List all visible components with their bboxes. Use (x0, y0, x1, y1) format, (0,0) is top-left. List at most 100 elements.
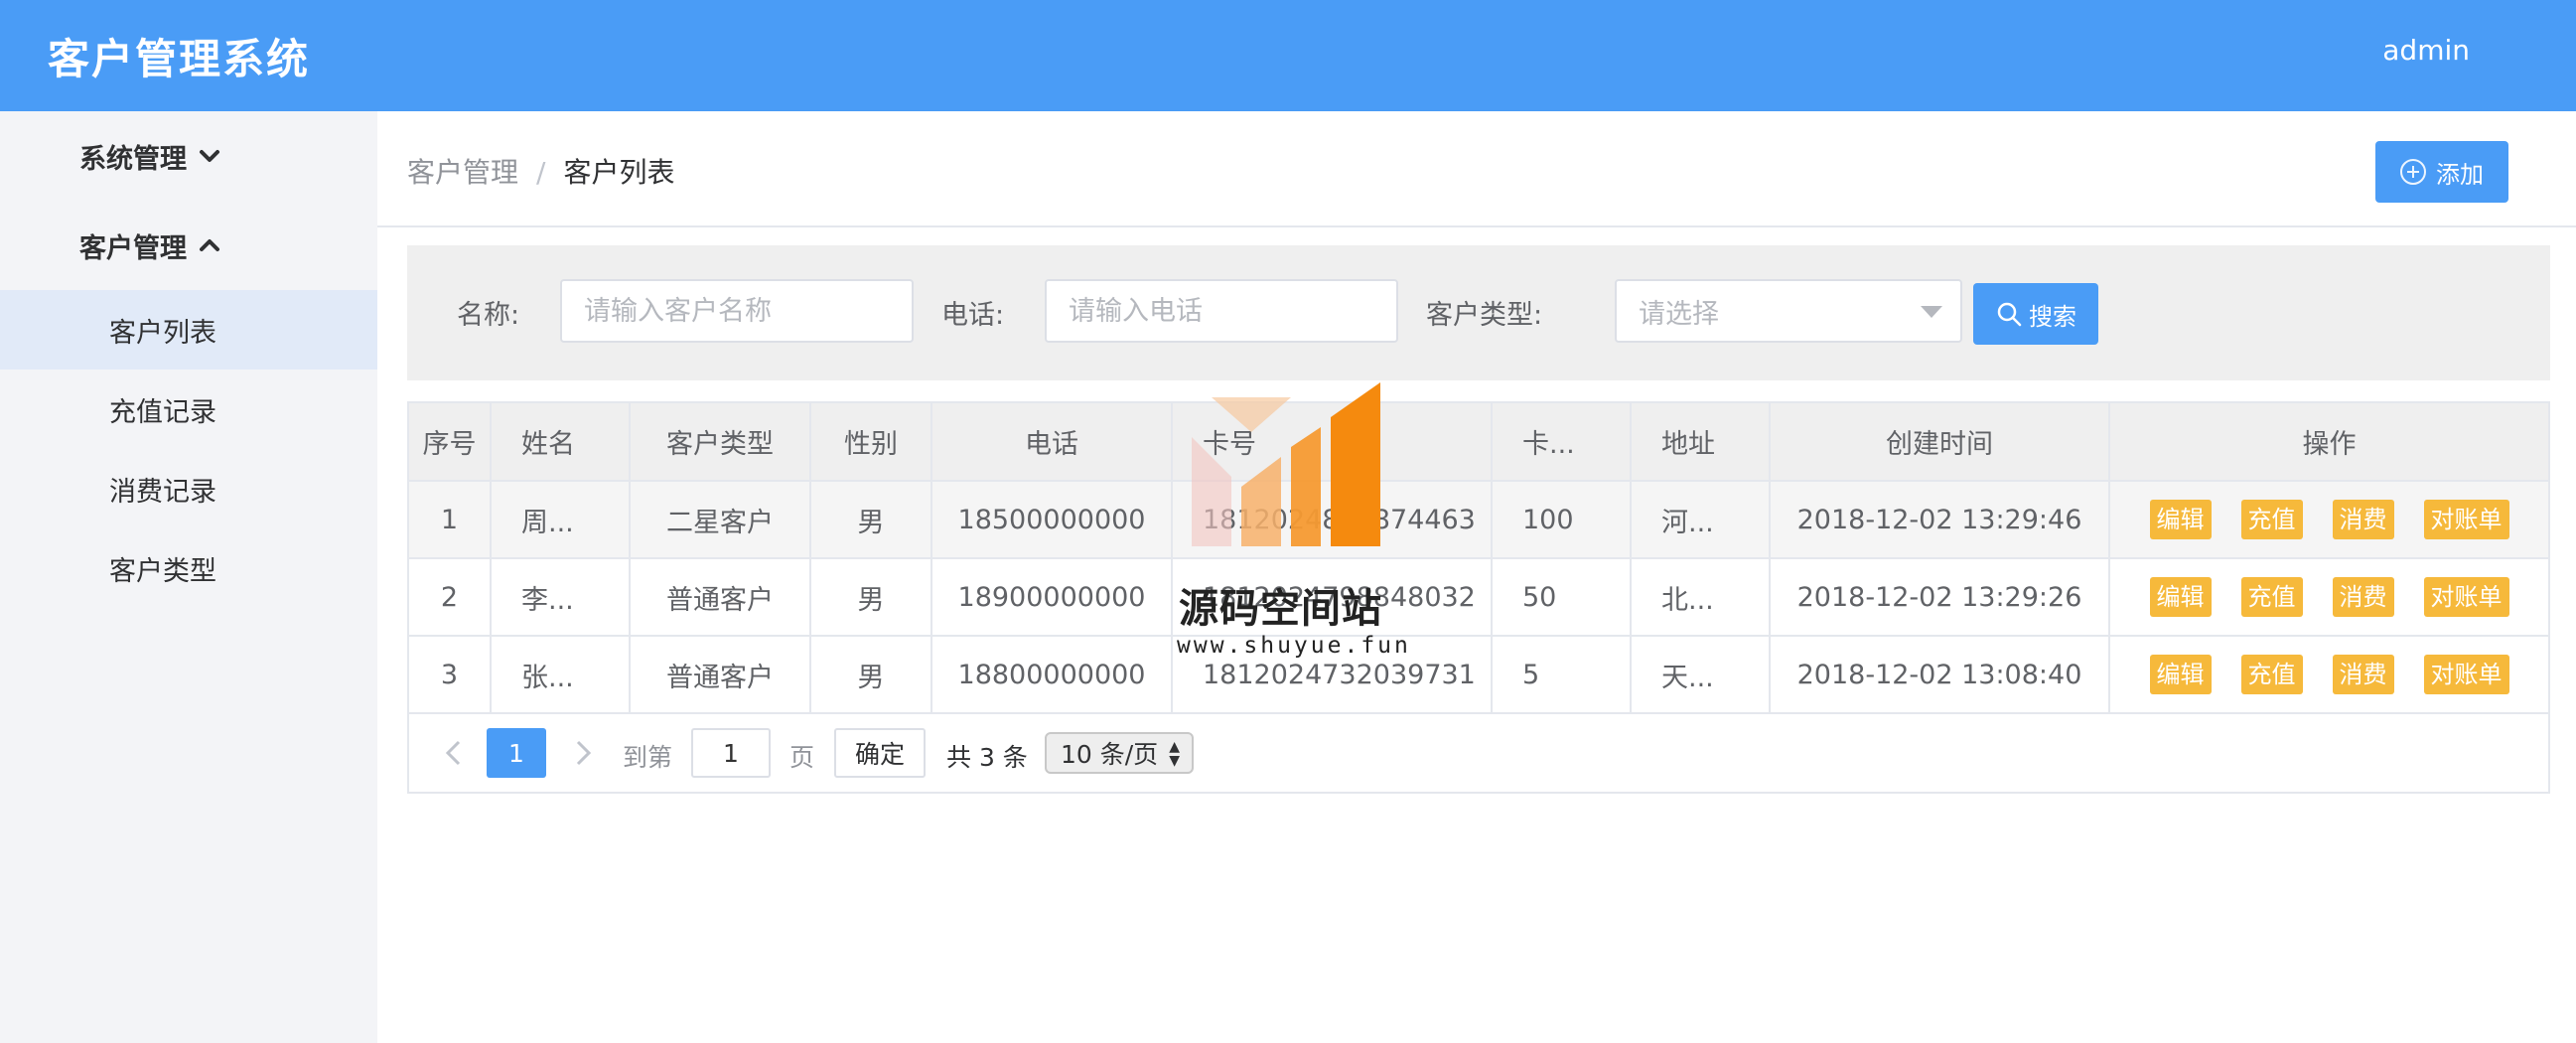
customer-type-label: 客户类型: (1426, 300, 1543, 331)
recharge-button[interactable]: 充值 (2240, 655, 2303, 694)
recharge-button[interactable]: 充值 (2240, 577, 2303, 617)
sidebar-item-label: 充值记录 (109, 396, 216, 428)
sidebar-item-label: 客户列表 (109, 317, 216, 349)
cell-name: 李... (491, 558, 631, 637)
cell-address: 天... (1631, 636, 1771, 714)
cell-gender: 男 (810, 636, 932, 714)
cell-created: 2018-12-02 13:29:46 (1770, 481, 2110, 559)
consume-button[interactable]: 消费 (2332, 577, 2394, 617)
cell-balance: 5 (1492, 636, 1632, 714)
phone-input[interactable] (1045, 279, 1398, 343)
chevron-right-icon[interactable] (568, 736, 598, 770)
column-header: 卡... (1492, 403, 1632, 482)
goto-confirm-button[interactable]: 确定 (834, 728, 926, 778)
user-menu[interactable]: admin (2382, 34, 2470, 67)
cell-phone: 18900000000 (931, 558, 1173, 637)
column-header: 地址 (1631, 403, 1771, 482)
search-button[interactable]: 搜索 (1973, 283, 2098, 345)
watermark-url: www.shuyue.fun (1177, 633, 1411, 659)
column-header: 客户类型 (630, 403, 811, 482)
cell-gender: 男 (810, 481, 932, 559)
sidebar-item-customer-types[interactable]: 客户类型 (0, 528, 377, 608)
table-row: 2 李... 普通客户男 18900000000 1812024798848032 50 北… (409, 558, 2548, 637)
cell-index: 2 (409, 558, 492, 637)
page-number[interactable]: 1 (487, 728, 546, 778)
cell-gender: 男 (810, 558, 932, 637)
caret-down-icon (1921, 306, 1942, 318)
main-content: 客户管理 / 客户列表 添加 名称: 电话: 客户类型: 请选择 搜索 (377, 111, 2576, 1043)
statement-button[interactable]: 对账单 (2423, 577, 2509, 617)
phone-label: 电话: (941, 300, 1005, 331)
cell-type: 普通客户 (630, 636, 811, 714)
row-actions: 编辑 充值 消费 对账单 (2122, 500, 2536, 539)
cell-balance: 50 (1492, 558, 1632, 637)
cell-index: 1 (409, 481, 492, 559)
cell-ops: 编辑 充值 消费 对账单 (2109, 558, 2548, 637)
statement-button[interactable]: 对账单 (2423, 500, 2509, 539)
plus-circle-icon (2400, 159, 2426, 185)
column-header: 创建时间 (1770, 403, 2110, 482)
add-button-label: 添加 (2436, 160, 2484, 189)
table-row: 1 周... 二星客户男 18500000000 1812024813874463 100… (409, 481, 2548, 559)
cell-type: 二星客户 (630, 481, 811, 559)
cell-index: 3 (409, 636, 492, 714)
statement-button[interactable]: 对账单 (2423, 655, 2509, 694)
page-size-select[interactable]: 10 条/页 ▲ ▼ (1045, 732, 1194, 774)
edit-button[interactable]: 编辑 (2149, 500, 2212, 539)
sidebar-group-customer[interactable]: 客户管理 (0, 201, 377, 290)
goto-page-input[interactable] (691, 728, 771, 778)
add-button[interactable]: 添加 (2375, 141, 2508, 203)
cell-ops: 编辑 充值 消费 对账单 (2109, 636, 2548, 714)
search-icon (1997, 302, 2022, 327)
updown-arrows-icon: ▲ ▼ (1169, 739, 1180, 769)
chevron-up-icon (200, 239, 219, 251)
sidebar-group-system[interactable]: 系统管理 (0, 111, 377, 201)
edit-button[interactable]: 编辑 (2149, 655, 2212, 694)
recharge-button[interactable]: 充值 (2240, 500, 2303, 539)
cell-name: 周... (491, 481, 631, 559)
sidebar-group-label: 客户管理 (79, 232, 187, 264)
column-header: 操作 (2109, 403, 2548, 482)
cell-phone: 18800000000 (931, 636, 1173, 714)
column-header: 序号 (409, 403, 492, 482)
name-input[interactable] (560, 279, 914, 343)
table-header-row: 序号 姓名 客户类型 性别 电话 卡号 卡... 地址 创建时间 操作 (409, 403, 2548, 482)
column-header: 姓名 (491, 403, 631, 482)
chevron-down-icon (200, 150, 219, 162)
select-placeholder: 请选择 (1639, 298, 1719, 330)
total-count: 共 3 条 (946, 743, 1028, 772)
sidebar-item-customer-list[interactable]: 客户列表 (0, 290, 377, 370)
cell-card: 1812024813874463 (1172, 481, 1493, 559)
cell-type: 普通客户 (630, 558, 811, 637)
app-title: 客户管理系统 (48, 35, 311, 83)
cell-balance: 100 (1492, 481, 1632, 559)
breadcrumb: 客户管理 / 客户列表 (407, 151, 674, 191)
table-row: 3 张... 普通客户男 18800000000 1812024732039731 5 天.… (409, 636, 2548, 714)
breadcrumb-parent[interactable]: 客户管理 (407, 156, 518, 189)
cell-phone: 18500000000 (931, 481, 1173, 559)
content-topbar: 客户管理 / 客户列表 添加 (377, 111, 2576, 227)
name-label: 名称: (457, 300, 520, 331)
row-actions: 编辑 充值 消费 对账单 (2122, 577, 2536, 617)
sidebar-item-label: 客户类型 (109, 555, 216, 587)
sidebar-group-label: 系统管理 (79, 143, 187, 175)
row-actions: 编辑 充值 消费 对账单 (2122, 655, 2536, 694)
column-header: 电话 (931, 403, 1173, 482)
column-header: 性别 (810, 403, 932, 482)
cell-name: 张... (491, 636, 631, 714)
consume-button[interactable]: 消费 (2332, 655, 2394, 694)
app-header: 客户管理系统 admin (0, 0, 2576, 111)
page-size-value: 10 条/页 (1061, 740, 1159, 769)
sidebar-item-consume-records[interactable]: 消费记录 (0, 449, 377, 528)
chevron-left-icon[interactable] (439, 736, 469, 770)
pagination: 1 到第 页 确定 共 3 条 10 条/页 ▲▼ (409, 714, 2548, 792)
consume-button[interactable]: 消费 (2332, 500, 2394, 539)
breadcrumb-current: 客户列表 (563, 156, 675, 189)
cell-address: 北... (1631, 558, 1771, 637)
cell-ops: 编辑 充值 消费 对账单 (2109, 481, 2548, 559)
customer-type-select[interactable]: 请选择 (1615, 279, 1962, 343)
search-panel: 名称: 电话: 客户类型: 请选择 搜索 (407, 245, 2550, 380)
sidebar-item-recharge-records[interactable]: 充值记录 (0, 370, 377, 449)
edit-button[interactable]: 编辑 (2149, 577, 2212, 617)
page-unit-label: 页 (789, 743, 815, 772)
